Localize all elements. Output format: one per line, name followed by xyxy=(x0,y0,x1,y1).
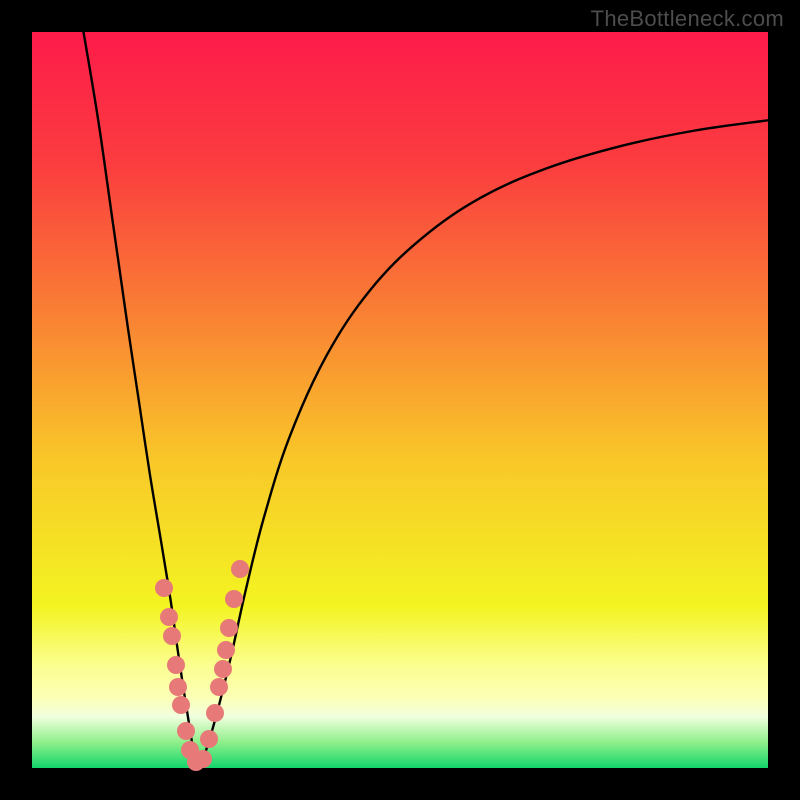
plot-area xyxy=(32,32,768,768)
background-gradient xyxy=(32,32,768,768)
chart-frame: TheBottleneck.com xyxy=(0,0,800,800)
watermark-text: TheBottleneck.com xyxy=(591,6,784,32)
